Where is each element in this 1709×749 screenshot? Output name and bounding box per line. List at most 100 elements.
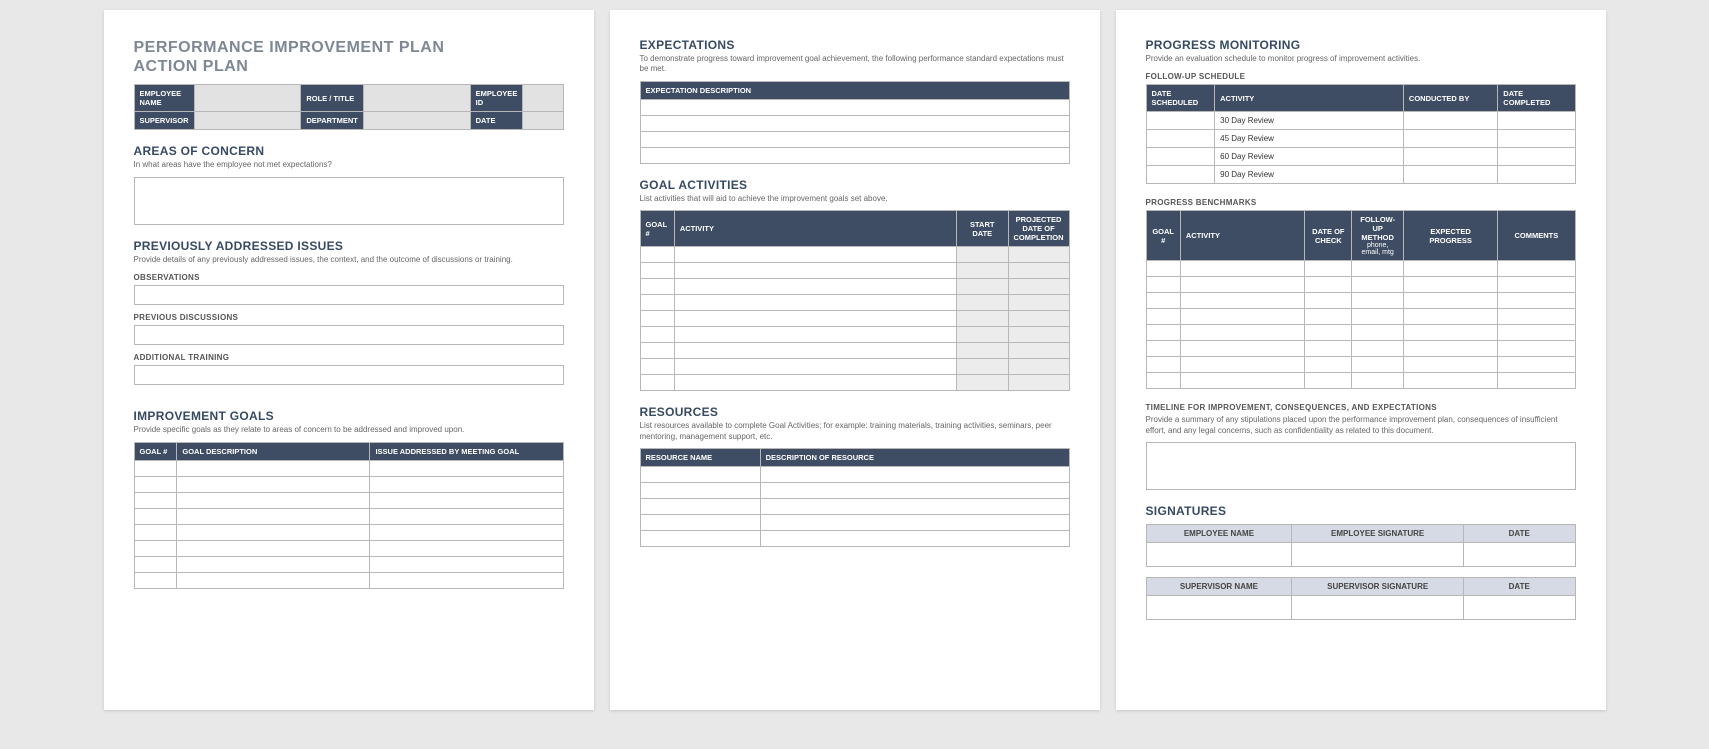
heading-previously-addressed: PREVIOUSLY ADDRESSED ISSUES (134, 239, 564, 253)
col-date-scheduled: DATE SCHEDULED (1146, 85, 1215, 112)
col-conducted-by: CONDUCTED BY (1403, 85, 1497, 112)
table-row[interactable] (640, 514, 1069, 530)
table-row[interactable] (640, 131, 1069, 147)
table-row[interactable] (640, 327, 1069, 343)
table-row[interactable] (640, 530, 1069, 546)
sub-resources: List resources available to complete Goa… (640, 421, 1070, 442)
col-goal-num: GOAL # (640, 211, 674, 247)
table-row[interactable] (1146, 596, 1575, 620)
col-expectation-desc: EXPECTATION DESCRIPTION (640, 81, 1069, 99)
col-issue: ISSUE ADDRESSED BY MEETING GOAL (370, 442, 563, 460)
page-1: PERFORMANCE IMPROVEMENT PLAN ACTION PLAN… (104, 10, 594, 710)
field-role-title[interactable] (363, 85, 470, 112)
field-date[interactable] (523, 112, 563, 130)
col-sup-date: DATE (1463, 578, 1575, 596)
label-supervisor: SUPERVISOR (134, 112, 194, 130)
table-row[interactable] (640, 99, 1069, 115)
sub-goal-activities: List activities that will aid to achieve… (640, 194, 1070, 204)
table-row[interactable] (640, 375, 1069, 391)
table-row[interactable] (1146, 357, 1575, 373)
sub-expectations: To demonstrate progress toward improveme… (640, 54, 1070, 75)
table-row[interactable]: 30 Day Review (1146, 112, 1575, 130)
heading-expectations: EXPECTATIONS (640, 38, 1070, 52)
label-employee-name: EMPLOYEE NAME (134, 85, 194, 112)
field-additional-training[interactable] (134, 365, 564, 385)
sub-previously-addressed: Provide details of any previously addres… (134, 255, 564, 265)
table-row[interactable] (134, 492, 563, 508)
expectations-table: EXPECTATION DESCRIPTION (640, 81, 1070, 164)
table-row[interactable] (1146, 341, 1575, 357)
table-row[interactable] (640, 147, 1069, 163)
field-observations[interactable] (134, 285, 564, 305)
field-previous-discussions[interactable] (134, 325, 564, 345)
table-row[interactable] (640, 466, 1069, 482)
table-row[interactable] (640, 295, 1069, 311)
table-row[interactable] (1146, 373, 1575, 389)
heading-signatures: SIGNATURES (1146, 504, 1576, 518)
table-row[interactable]: 45 Day Review (1146, 130, 1575, 148)
table-row[interactable] (640, 115, 1069, 131)
table-row[interactable] (640, 263, 1069, 279)
col-activity: ACTIVITY (674, 211, 956, 247)
table-row[interactable]: 60 Day Review (1146, 148, 1575, 166)
document-container: PERFORMANCE IMPROVEMENT PLAN ACTION PLAN… (10, 10, 1699, 710)
doc-title-line2: ACTION PLAN (134, 57, 564, 76)
goal-activities-table: GOAL # ACTIVITY START DATE PROJECTED DAT… (640, 210, 1070, 391)
employee-info-table: EMPLOYEE NAME ROLE / TITLE EMPLOYEE ID S… (134, 84, 564, 130)
col-resource-name: RESOURCE NAME (640, 448, 760, 466)
field-timeline[interactable] (1146, 442, 1576, 490)
table-row[interactable] (134, 572, 563, 588)
table-row[interactable] (1146, 325, 1575, 341)
heading-improvement-goals: IMPROVEMENT GOALS (134, 409, 564, 423)
sub-progress-monitoring: Provide an evaluation schedule to monito… (1146, 54, 1576, 64)
col-projected: PROJECTED DATE OF COMPLETION (1008, 211, 1069, 247)
label-followup-schedule: FOLLOW-UP SCHEDULE (1146, 72, 1576, 81)
table-row[interactable] (134, 524, 563, 540)
table-row[interactable] (640, 498, 1069, 514)
table-row[interactable] (134, 556, 563, 572)
employee-signature-table: EMPLOYEE NAME EMPLOYEE SIGNATURE DATE (1146, 524, 1576, 567)
table-row[interactable] (640, 482, 1069, 498)
table-row[interactable] (1146, 293, 1575, 309)
label-department: DEPARTMENT (301, 112, 364, 130)
table-row[interactable] (640, 343, 1069, 359)
table-row[interactable] (640, 311, 1069, 327)
table-row[interactable] (1146, 543, 1575, 567)
doc-title-line1: PERFORMANCE IMPROVEMENT PLAN (134, 38, 564, 57)
field-areas-of-concern[interactable] (134, 177, 564, 225)
improvement-goals-table: GOAL # GOAL DESCRIPTION ISSUE ADDRESSED … (134, 442, 564, 589)
table-row[interactable] (134, 540, 563, 556)
table-row[interactable] (640, 247, 1069, 263)
table-row[interactable] (1146, 309, 1575, 325)
col-goal-desc: GOAL DESCRIPTION (177, 442, 370, 460)
label-previous-discussions: PREVIOUS DISCUSSIONS (134, 313, 564, 322)
followup-schedule-table: DATE SCHEDULED ACTIVITY CONDUCTED BY DAT… (1146, 84, 1576, 184)
table-row[interactable] (1146, 261, 1575, 277)
field-employee-name[interactable] (194, 85, 301, 112)
table-row[interactable] (134, 460, 563, 476)
label-additional-training: ADDITIONAL TRAINING (134, 353, 564, 362)
benchmarks-table: GOAL # ACTIVITY DATE OF CHECK FOLLOW-UP … (1146, 210, 1576, 389)
table-row[interactable] (640, 279, 1069, 295)
sub-areas-of-concern: In what areas have the employee not met … (134, 160, 564, 170)
col-emp-date: DATE (1463, 525, 1575, 543)
table-row[interactable] (1146, 277, 1575, 293)
col-goal-num: GOAL # (134, 442, 177, 460)
field-department[interactable] (363, 112, 470, 130)
col-emp-name: EMPLOYEE NAME (1146, 525, 1292, 543)
heading-areas-of-concern: AREAS OF CONCERN (134, 144, 564, 158)
table-row[interactable] (134, 476, 563, 492)
label-employee-id: EMPLOYEE ID (470, 85, 523, 112)
supervisor-signature-table: SUPERVISOR NAME SUPERVISOR SIGNATURE DAT… (1146, 577, 1576, 620)
col-comments: COMMENTS (1498, 211, 1575, 261)
col-date-of-check: DATE OF CHECK (1305, 211, 1352, 261)
page-2: EXPECTATIONS To demonstrate progress tow… (610, 10, 1100, 710)
heading-resources: RESOURCES (640, 405, 1070, 419)
field-supervisor[interactable] (194, 112, 301, 130)
table-row[interactable]: 90 Day Review (1146, 166, 1575, 184)
table-row[interactable] (640, 359, 1069, 375)
label-timeline: TIMELINE FOR IMPROVEMENT, CONSEQUENCES, … (1146, 403, 1576, 412)
label-observations: OBSERVATIONS (134, 273, 564, 282)
table-row[interactable] (134, 508, 563, 524)
field-employee-id[interactable] (523, 85, 563, 112)
